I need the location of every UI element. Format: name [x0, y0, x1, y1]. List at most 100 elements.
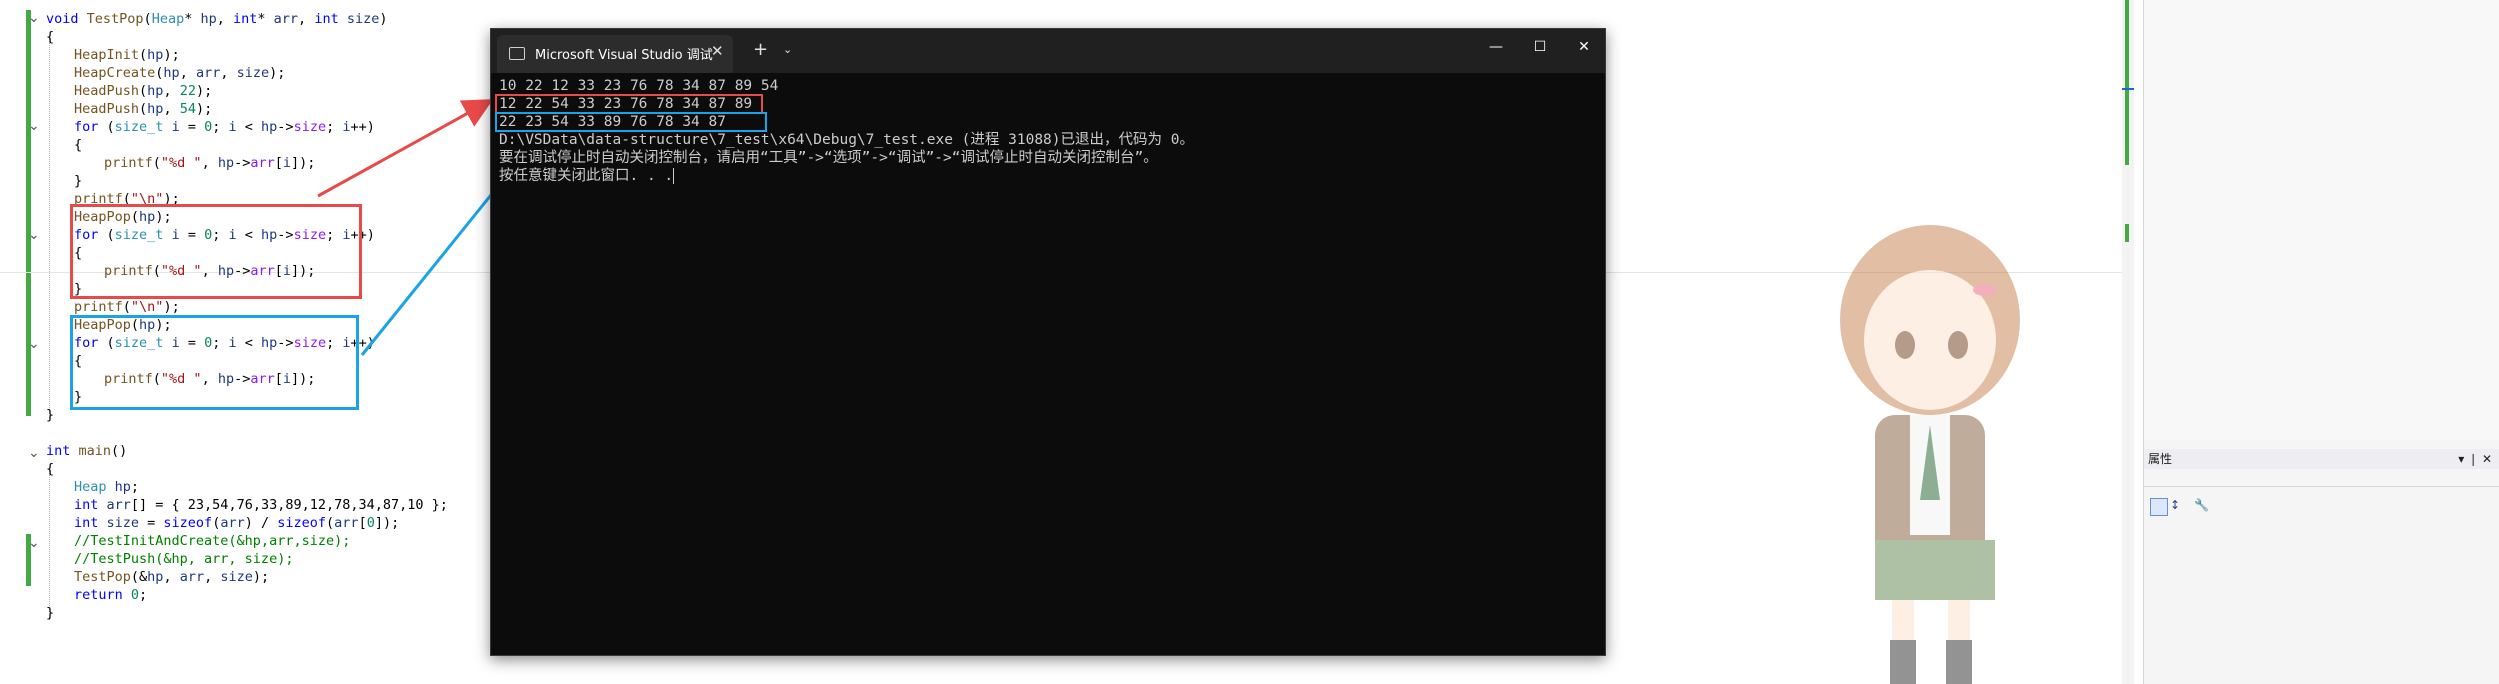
terminal-icon [509, 47, 525, 60]
pin-icon[interactable]: ▾ ❘ ✕ [2458, 449, 2492, 469]
code-line[interactable]: { [46, 28, 54, 46]
code-line[interactable]: int size = sizeof(arr) / sizeof(arr[0]); [74, 514, 399, 532]
code-token: [ [274, 155, 283, 171]
code-token: 54 [179, 101, 196, 117]
code-token: , [179, 65, 196, 81]
chevron-down-icon[interactable]: ⌄ [783, 43, 792, 56]
code-line[interactable]: Heap hp; [74, 478, 139, 496]
fold-toggle-icon[interactable]: ⌄ [28, 118, 40, 134]
code-line[interactable]: printf("%d ", hp->arr[i]); [104, 154, 315, 172]
code-token: ; [326, 119, 343, 135]
code-line[interactable]: int main() [46, 442, 127, 460]
minimize-button[interactable]: — [1481, 39, 1511, 55]
code-token: , [163, 569, 180, 585]
code-token: arr [106, 497, 131, 513]
code-line[interactable]: { [74, 136, 82, 154]
console-output[interactable]: 10 22 12 33 23 76 78 34 87 89 54 12 22 5… [491, 73, 1605, 655]
divider [2144, 486, 2499, 487]
code-line[interactable]: HeadPush(hp, 54); [74, 100, 212, 118]
blue-annotation-box [70, 315, 359, 410]
code-token: , [216, 11, 233, 27]
code-line[interactable]: } [46, 604, 54, 622]
sort-alpha-icon[interactable]: ↕ [2170, 498, 2186, 514]
blue-output-box [495, 112, 767, 132]
fold-toggle-icon[interactable]: ⌄ [28, 336, 40, 352]
code-token: printf [104, 155, 153, 171]
code-token: = [179, 119, 205, 135]
code-token: , [220, 65, 237, 81]
code-token: int [46, 443, 79, 459]
fold-toggle-icon[interactable]: ⌄ [28, 227, 40, 243]
code-token: ( [122, 299, 131, 315]
code-token: , [163, 83, 180, 99]
code-line[interactable]: { [46, 460, 54, 478]
code-token: { [74, 137, 83, 153]
code-line[interactable]: } [74, 172, 82, 190]
code-token: = [139, 515, 164, 531]
scrollbar-position-marker [2122, 88, 2134, 90]
code-token: ]); [291, 155, 316, 171]
code-token: i [171, 119, 180, 135]
indent-guide [49, 38, 50, 418]
code-token: * [257, 11, 274, 27]
scrollbar-change-marker [2125, 224, 2129, 242]
code-token: HeapCreate [74, 65, 156, 81]
code-token: ( [139, 83, 148, 99]
fold-toggle-icon[interactable]: ⌄ [28, 535, 40, 551]
code-line[interactable]: for (size_t i = 0; i < hp->size; i++) [74, 118, 375, 136]
code-token: () [111, 443, 128, 459]
code-line[interactable]: //TestPush(&hp, arr, size); [74, 550, 293, 568]
editor-scrollbar[interactable] [2122, 0, 2134, 684]
code-token: ++) [350, 119, 375, 135]
code-token: ( [139, 47, 148, 63]
code-token: [ [358, 515, 367, 531]
code-line[interactable]: HeapCreate(hp, arr, size); [74, 64, 285, 82]
console-tab[interactable]: Microsoft Visual Studio 调试 ✕ [497, 35, 733, 73]
code-token: ( [152, 155, 161, 171]
code-line[interactable]: //TestInitAndCreate(&hp,arr,size); [74, 532, 350, 550]
fold-toggle-icon[interactable]: ⌄ [28, 445, 40, 461]
code-line[interactable]: void TestPop(Heap* hp, int* arr, int siz… [46, 10, 387, 28]
close-tab-icon[interactable]: ✕ [711, 42, 724, 60]
code-line[interactable]: HeadPush(hp, 22); [74, 82, 212, 100]
code-token: hp [147, 83, 164, 99]
code-token: -> [234, 155, 251, 171]
code-token: ); [163, 299, 180, 315]
properties-header: 属性 ▾ ❘ ✕ [2144, 449, 2499, 469]
new-tab-button[interactable]: + [753, 41, 768, 59]
code-token: -> [277, 119, 294, 135]
code-line[interactable]: return 0; [74, 586, 147, 604]
change-marker [26, 10, 31, 416]
maximize-button[interactable]: ☐ [1525, 39, 1555, 55]
code-line[interactable]: } [46, 406, 54, 424]
code-token: ) / [244, 515, 278, 531]
red-annotation-box [70, 204, 362, 299]
code-token: ); [163, 47, 180, 63]
code-token: printf [74, 299, 123, 315]
code-token: { [46, 29, 55, 45]
code-token: 0 [204, 119, 213, 135]
code-token: arr [179, 569, 205, 585]
code-token: { [46, 461, 55, 477]
console-line: D:\VSData\data-structure\7_test\x64\Debu… [499, 132, 1194, 148]
console-window[interactable]: Microsoft Visual Studio 调试 ✕ + ⌄ — ☐ ✕ 1… [490, 28, 1606, 656]
code-token: arr [273, 11, 299, 27]
properties-body: ↕ 🔧 [2144, 470, 2499, 684]
text-cursor [673, 168, 675, 184]
code-line[interactable]: HeapInit(hp); [74, 46, 180, 64]
close-window-button[interactable]: ✕ [1569, 39, 1599, 55]
code-line[interactable]: int arr[] = { 23,54,76,33,89,12,78,34,87… [74, 496, 448, 514]
categorized-icon[interactable] [2150, 498, 2168, 516]
console-prompt-text: 按任意键关闭此窗口. . . [499, 168, 674, 184]
code-token: for [74, 119, 107, 135]
wrench-icon[interactable]: 🔧 [2194, 498, 2210, 514]
scrollbar-change-marker [2125, 0, 2129, 165]
code-token: ; [130, 479, 140, 495]
code-token: ); [252, 569, 270, 585]
code-token: size [220, 569, 253, 585]
code-line[interactable]: printf("\n"); [74, 298, 180, 316]
code-token: "\n" [130, 299, 164, 315]
code-line[interactable]: TestPop(&hp, arr, size); [74, 568, 269, 586]
console-titlebar[interactable]: Microsoft Visual Studio 调试 ✕ + ⌄ — ☐ ✕ [491, 29, 1605, 73]
fold-toggle-icon[interactable]: ⌄ [28, 10, 40, 26]
